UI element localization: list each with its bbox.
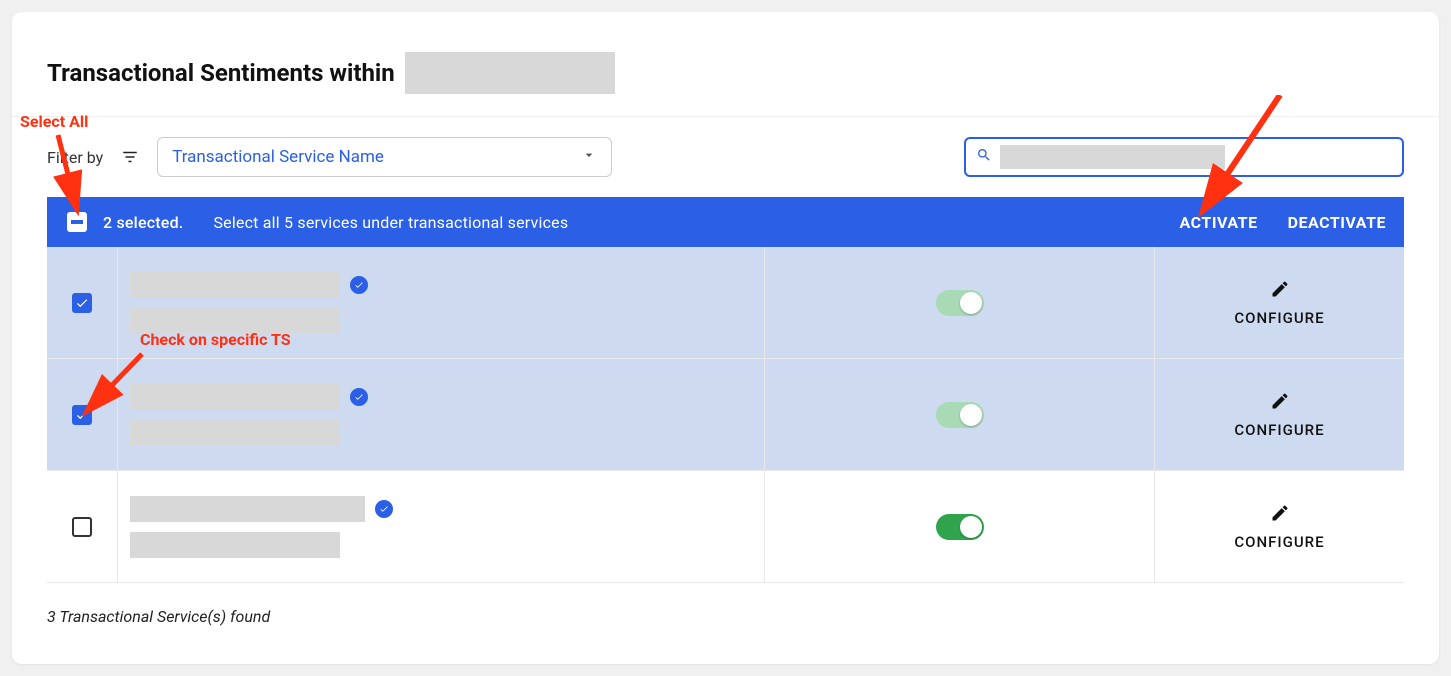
configure-button[interactable]: CONFIGURE (1234, 309, 1324, 327)
status-toggle[interactable] (936, 402, 984, 428)
selection-banner: 2 selected. Select all 5 services under … (47, 197, 1404, 247)
search-icon (976, 147, 992, 167)
page-header: Transactional Sentiments within (12, 52, 1439, 117)
configure-button[interactable]: CONFIGURE (1234, 421, 1324, 439)
edit-icon[interactable] (1270, 279, 1290, 303)
row-name-redacted (130, 384, 340, 410)
filter-by-label: Filter by (47, 148, 103, 167)
row-config-cell: CONFIGURE (1154, 359, 1404, 470)
row-name-cell (117, 247, 764, 358)
row-subname-redacted (130, 308, 340, 334)
edit-icon[interactable] (1270, 391, 1290, 415)
filter-row: Filter by Transactional Service Name (12, 117, 1439, 197)
row-checkbox-cell (47, 405, 117, 425)
select-all-link[interactable]: Select all 5 services under transactiona… (213, 213, 568, 232)
configure-button[interactable]: CONFIGURE (1234, 533, 1324, 551)
activate-button[interactable]: ACTIVATE (1180, 213, 1258, 232)
filter-select-value: Transactional Service Name (172, 147, 384, 167)
row-config-cell: CONFIGURE (1154, 247, 1404, 358)
table-row: CONFIGURE (47, 471, 1404, 583)
row-checkbox[interactable] (72, 517, 92, 537)
deactivate-button[interactable]: DEACTIVATE (1288, 213, 1386, 232)
title-redacted (405, 52, 615, 94)
search-redacted-value (1000, 145, 1225, 169)
row-name-cell (117, 471, 764, 582)
table-row: CONFIGURE (47, 359, 1404, 471)
services-table: CONFIGURE (47, 247, 1404, 583)
chevron-down-icon (581, 147, 597, 168)
verified-icon (350, 388, 368, 406)
row-toggle-cell (764, 471, 1154, 582)
selection-count: 2 selected. (103, 213, 183, 232)
verified-icon (375, 500, 393, 518)
row-name-redacted (130, 496, 365, 522)
row-subname-redacted (130, 420, 340, 446)
edit-icon[interactable] (1270, 503, 1290, 527)
select-all-checkbox[interactable] (67, 212, 87, 232)
main-card: Transactional Sentiments within Filter b… (12, 12, 1439, 664)
row-checkbox[interactable] (72, 293, 92, 313)
row-checkbox[interactable] (72, 405, 92, 425)
status-toggle[interactable] (936, 514, 984, 540)
search-input[interactable] (964, 137, 1404, 177)
row-toggle-cell (764, 359, 1154, 470)
row-name-cell (117, 359, 764, 470)
verified-icon (350, 276, 368, 294)
filter-service-select[interactable]: Transactional Service Name (157, 137, 612, 177)
results-count: 3 Transactional Service(s) found (12, 583, 1439, 650)
filter-icon (121, 148, 139, 166)
row-checkbox-cell (47, 293, 117, 313)
row-subname-redacted (130, 532, 340, 558)
page-title: Transactional Sentiments within (47, 59, 395, 87)
row-checkbox-cell (47, 517, 117, 537)
row-config-cell: CONFIGURE (1154, 471, 1404, 582)
row-name-redacted (130, 272, 340, 298)
row-toggle-cell (764, 247, 1154, 358)
table-row: CONFIGURE (47, 247, 1404, 359)
status-toggle[interactable] (936, 290, 984, 316)
